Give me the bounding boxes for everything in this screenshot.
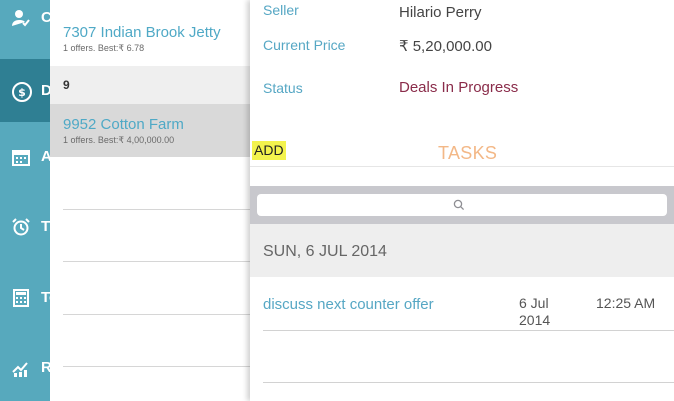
- sidebar-item-tools[interactable]: To: [0, 270, 50, 325]
- tasks-title: TASKS: [438, 143, 498, 163]
- sidebar-item-clients[interactable]: C: [0, 0, 50, 45]
- user-check-icon: [12, 9, 30, 26]
- current-price-value: ₹ 5,20,000.00: [399, 38, 492, 55]
- calendar-icon: [12, 149, 30, 166]
- status-value: Deals In Progress: [399, 79, 519, 96]
- divider: [63, 314, 250, 315]
- current-price-label: Current Price: [263, 37, 346, 53]
- sidebar-item-label: T: [41, 217, 50, 235]
- section-header-label: 9: [63, 78, 70, 92]
- sidebar-item-label: C: [41, 8, 50, 26]
- task-title[interactable]: discuss next counter offer: [263, 296, 434, 313]
- list-item[interactable]: 7307 Indian Brook Jetty 1 offers. Best:₹…: [50, 0, 250, 66]
- calculator-icon: [13, 288, 29, 307]
- task-date: 6 Jul 2014: [519, 295, 551, 328]
- divider: [263, 330, 674, 331]
- seller-value: Hilario Perry: [399, 4, 482, 21]
- task-time: 12:25 AM: [596, 295, 656, 311]
- deal-title: 9952 Cotton Farm: [63, 116, 184, 133]
- svg-text:$: $: [18, 86, 26, 99]
- add-task-button[interactable]: ADD: [252, 141, 286, 160]
- sidebar-item-deals[interactable]: $ D: [0, 59, 50, 122]
- chart-icon: [12, 361, 28, 377]
- sidebar-item-appointments[interactable]: A: [0, 129, 50, 184]
- sidebar-item-label: To: [41, 288, 50, 306]
- divider: [63, 261, 250, 262]
- sidebar-item-reports[interactable]: R: [0, 340, 50, 395]
- section-header: 9: [50, 66, 250, 104]
- deal-title: 7307 Indian Brook Jetty: [63, 24, 221, 41]
- sidebar: C $ D A T To: [0, 0, 50, 401]
- deal-offers: 1 offers. Best:₹ 4,00,000.00: [63, 135, 175, 145]
- date-section-header: SUN, 6 JUL 2014: [250, 224, 674, 277]
- deal-offers: 1 offers. Best:₹ 6.78: [63, 43, 145, 53]
- list-item-selected[interactable]: 9952 Cotton Farm 1 offers. Best:₹ 4,00,0…: [50, 104, 250, 157]
- deals-list: 7307 Indian Brook Jetty 1 offers. Best:₹…: [50, 0, 250, 401]
- sidebar-item-label: A: [41, 147, 50, 165]
- alarm-clock-icon: [12, 217, 30, 235]
- sidebar-item-tasks[interactable]: T: [0, 199, 50, 254]
- search-icon: [453, 199, 465, 211]
- divider: [250, 166, 674, 167]
- sidebar-item-label: R: [41, 358, 50, 376]
- money-icon: $: [12, 81, 32, 102]
- status-label: Status: [263, 80, 303, 96]
- divider: [263, 382, 674, 383]
- divider: [63, 366, 250, 367]
- divider: [63, 209, 250, 210]
- search-input[interactable]: [257, 194, 667, 216]
- date-header-label: SUN, 6 JUL 2014: [263, 243, 387, 260]
- seller-label: Seller: [263, 2, 299, 18]
- sidebar-item-label: D: [41, 81, 50, 99]
- deal-detail-panel: Seller Hilario Perry Current Price ₹ 5,2…: [250, 0, 674, 401]
- search-bar: [250, 186, 674, 224]
